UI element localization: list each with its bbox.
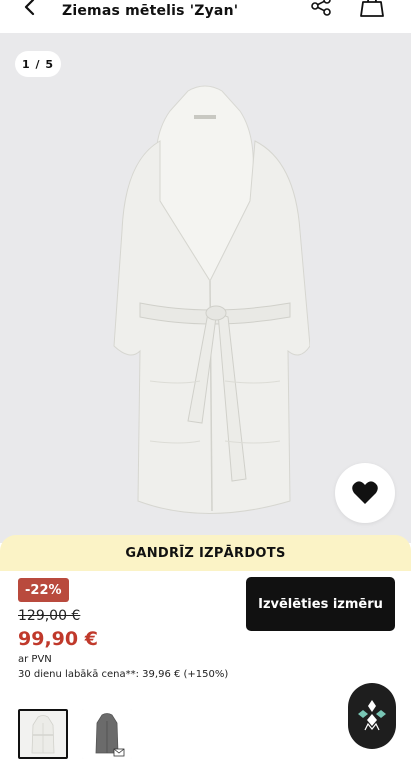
thumbnail-coat-image bbox=[20, 711, 66, 757]
chevron-left-icon[interactable] bbox=[18, 0, 44, 22]
page-title: Ziemas mētelis 'Zyan' bbox=[62, 3, 239, 19]
assistant-button[interactable] bbox=[348, 683, 396, 749]
lowest-price-note: 30 dienu labākā cena**: 39,96 € (+150%) bbox=[18, 669, 229, 680]
thumbnail-1[interactable] bbox=[18, 709, 68, 759]
product-image-gallery[interactable]: 1 / 5 bbox=[0, 33, 411, 543]
stock-banner: GANDRĪZ IZPĀRDOTS bbox=[0, 535, 411, 571]
thumbnail-2[interactable] bbox=[82, 709, 132, 759]
thumbnail-coat-image bbox=[82, 709, 132, 759]
share-icon[interactable] bbox=[308, 0, 334, 20]
vat-note: ar PVN bbox=[18, 654, 52, 665]
product-image-coat bbox=[113, 85, 310, 514]
assistant-logo-icon bbox=[358, 700, 386, 731]
image-counter: 1 / 5 bbox=[15, 51, 61, 77]
heart-icon bbox=[352, 481, 378, 504]
product-info-panel: -22% 129,00 € 99,90 € ar PVN 30 dienu la… bbox=[0, 571, 411, 768]
discount-badge: -22% bbox=[18, 578, 69, 602]
favorite-button[interactable] bbox=[335, 463, 395, 523]
old-price: 129,00 € bbox=[18, 608, 81, 624]
top-bar: Ziemas mētelis 'Zyan' bbox=[0, 0, 411, 28]
shopping-bag-icon[interactable] bbox=[358, 0, 386, 20]
current-price: 99,90 € bbox=[18, 628, 98, 650]
select-size-button[interactable]: Izvēlēties izmēru bbox=[246, 577, 395, 631]
